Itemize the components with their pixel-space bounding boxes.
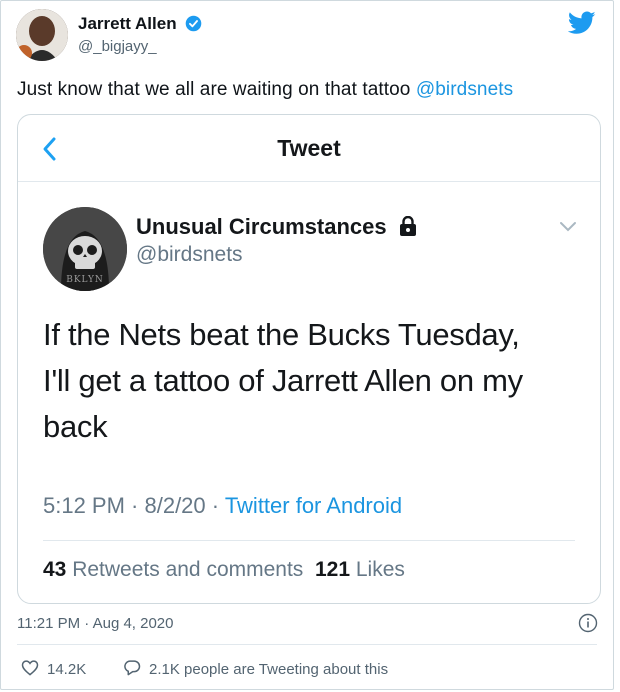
attached-screenshot[interactable]: Tweet BKLYN Unusual Circumstances @birds… [17, 114, 601, 604]
screenshot-author-name-text: Unusual Circumstances [136, 214, 387, 239]
screenshot-avatar: BKLYN [43, 207, 127, 291]
screenshot-author-handle: @birdsnets [136, 243, 243, 266]
retweets-label: Retweets and comments [66, 558, 315, 581]
footer-divider [17, 644, 597, 645]
screenshot-header: Tweet [18, 115, 600, 182]
screenshot-tweet-text: If the Nets beat the Bucks Tuesday, I'll… [43, 317, 523, 444]
tweet-body-text: Just know that we all are waiting on tha… [17, 79, 416, 100]
like-count: 14.2K [47, 661, 87, 678]
screenshot-author-name: Unusual Circumstances [136, 214, 417, 242]
author-handle[interactable]: @_bigjayy_ [78, 38, 157, 55]
tweeting-about-link[interactable]: 2.1K people are Tweeting about this [123, 659, 388, 680]
screenshot-time: 5:12 PM · 8/2/20 · [43, 493, 225, 518]
screenshot-stats: 43 Retweets and comments 121 Likes [43, 558, 405, 582]
author-name[interactable]: Jarrett Allen [78, 14, 202, 37]
screenshot-divider [43, 540, 575, 541]
author-avatar[interactable] [16, 9, 68, 61]
author-name-text[interactable]: Jarrett Allen [78, 14, 177, 33]
reply-bubble-icon [123, 659, 141, 680]
tweet-timestamp[interactable]: 11:21 PM · Aug 4, 2020 [17, 615, 174, 632]
tweeting-about-text: 2.1K people are Tweeting about this [149, 661, 389, 678]
twitter-logo-icon[interactable] [567, 11, 596, 40]
tweet-text: Just know that we all are waiting on tha… [17, 79, 513, 101]
screenshot-title: Tweet [277, 135, 341, 161]
mention-link[interactable]: @birdsnets [416, 79, 513, 100]
chevron-down-icon [559, 220, 577, 238]
like-button[interactable]: 14.2K [21, 659, 86, 680]
likes-count: 121 [314, 558, 351, 581]
avatar-caption: BKLYN [66, 275, 104, 285]
verified-badge-icon [185, 15, 202, 37]
embedded-tweet-card: Jarrett Allen @_bigjayy_ Just know that … [0, 0, 614, 690]
likes-label: Likes [350, 558, 405, 581]
screenshot-source: Twitter for Android [224, 493, 403, 518]
heart-icon [21, 659, 39, 680]
retweets-count: 43 [43, 558, 67, 581]
lock-icon [399, 215, 417, 242]
screenshot-meta: 5:12 PM · 8/2/20 · Twitter for Android [43, 493, 402, 519]
info-icon[interactable] [578, 613, 598, 638]
